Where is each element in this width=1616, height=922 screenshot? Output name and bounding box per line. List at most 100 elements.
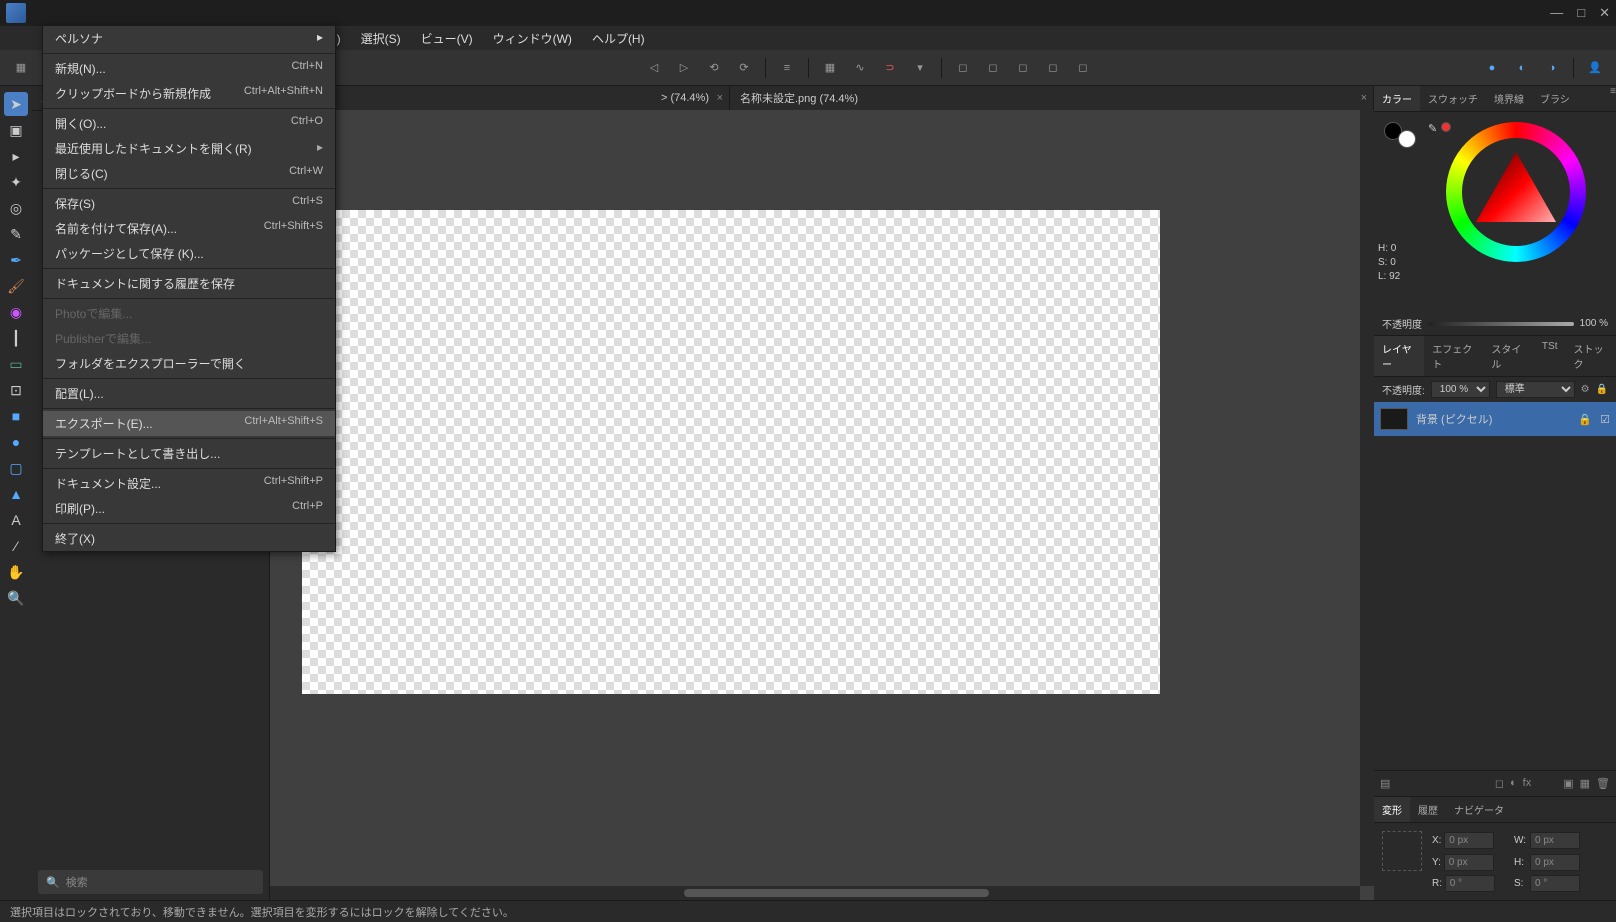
fill-tool[interactable]: ◉ (4, 300, 28, 324)
layer-visible-checkbox[interactable]: ☑ (1600, 413, 1610, 426)
menu-item[interactable]: ドキュメント設定...Ctrl+Shift+P (43, 471, 335, 496)
snap-grid-icon[interactable]: ▦ (817, 55, 843, 81)
ellipse-tool[interactable]: ● (4, 430, 28, 454)
menu-select[interactable]: 選択(S) (351, 26, 411, 50)
opacity-slider[interactable] (1428, 322, 1574, 326)
tab-swatches[interactable]: スウォッチ (1420, 86, 1486, 111)
close-tab-icon[interactable]: × (717, 92, 723, 104)
rotate-cw-icon[interactable]: ⟳ (731, 55, 757, 81)
flip-h-icon[interactable]: ◁ (641, 55, 667, 81)
tab-brushes[interactable]: ブラシ (1532, 86, 1578, 111)
menu-item[interactable]: 閉じる(C)Ctrl+W (43, 161, 335, 186)
menu-item[interactable]: 配置(L)... (43, 381, 335, 406)
zoom-tool[interactable]: 🔍 (4, 586, 28, 610)
tab-tst[interactable]: TSt (1534, 336, 1566, 376)
menu-item[interactable]: ドキュメントに関する履歴を保存 (43, 271, 335, 296)
menu-item[interactable]: 新規(N)...Ctrl+N (43, 56, 335, 81)
hand-tool[interactable]: ✋ (4, 560, 28, 584)
rotate-ccw-icon[interactable]: ⟲ (701, 55, 727, 81)
point-transform-tool[interactable]: ✦ (4, 170, 28, 194)
corner-tool[interactable]: ◎ (4, 196, 28, 220)
magnet-icon[interactable]: ⊃ (877, 55, 903, 81)
layer-blend-select[interactable]: 標準 (1496, 381, 1575, 398)
dropdown-icon[interactable]: ▾ (907, 55, 933, 81)
op1-icon[interactable]: ◻ (950, 55, 976, 81)
panel-menu-icon[interactable]: ≡ (1610, 86, 1616, 111)
anchor-widget[interactable] (1382, 831, 1422, 871)
eyedropper-tool[interactable]: ⁄ (4, 534, 28, 558)
menu-item[interactable]: 印刷(P)...Ctrl+P (43, 496, 335, 521)
persona-designer-icon[interactable]: ● (1479, 55, 1505, 81)
tab-history[interactable]: 履歴 (1410, 797, 1446, 822)
delete-layer-icon[interactable]: 🗑 (1596, 777, 1610, 790)
tab-stroke[interactable]: 境界線 (1486, 86, 1532, 111)
document-tab[interactable]: 名称未設定.png (74.4%)× (730, 86, 1374, 110)
place-image-tool[interactable]: ▭ (4, 352, 28, 376)
menu-help[interactable]: ヘルプ(H) (582, 26, 655, 50)
snap-toggle-icon[interactable]: ∿ (847, 55, 873, 81)
horizontal-scrollbar[interactable] (270, 886, 1360, 900)
menu-item[interactable]: 保存(S)Ctrl+S (43, 191, 335, 216)
align-icon[interactable]: ≡ (774, 55, 800, 81)
adjust-icon[interactable]: ◐ (1510, 777, 1517, 790)
fx-icon[interactable]: fx (1523, 777, 1532, 790)
eyedropper-icon[interactable]: ✎ (1428, 122, 1437, 148)
menu-view[interactable]: ビュー(V) (411, 26, 483, 50)
text-tool[interactable]: A (4, 508, 28, 532)
menu-item[interactable]: パッケージとして保存 (K)... (43, 241, 335, 266)
document-tab[interactable]: > (74.4%)× (270, 86, 730, 110)
close-tab-icon[interactable]: × (1361, 92, 1367, 104)
lock-icon[interactable]: 🔒 (1596, 384, 1608, 395)
tab-stock[interactable]: ストック (1565, 336, 1616, 376)
move-tool[interactable]: ➤ (4, 92, 28, 116)
layer-lock-icon[interactable]: 🔒 (1578, 413, 1592, 426)
transform-y-input[interactable] (1444, 854, 1494, 871)
persona-submenu[interactable]: ペルソナ▸ (43, 26, 335, 51)
layer-groups-icon[interactable]: ▤ (1380, 777, 1390, 790)
menu-item[interactable]: 終了(X) (43, 526, 335, 551)
tab-layers[interactable]: レイヤー (1374, 336, 1424, 376)
menu-item[interactable]: クリップボードから新規作成Ctrl+Alt+Shift+N (43, 81, 335, 106)
persona-pixel-icon[interactable]: ◐ (1509, 55, 1535, 81)
brush-tool[interactable]: 🖌 (4, 274, 28, 298)
gear-icon[interactable]: ⚙ (1581, 384, 1590, 395)
layer-opacity-select[interactable]: 100 % (1431, 381, 1490, 398)
persona-export-icon[interactable]: ◑ (1539, 55, 1565, 81)
pencil-tool[interactable]: ✎ (4, 222, 28, 246)
menu-item[interactable]: 開く(O)...Ctrl+O (43, 111, 335, 136)
tab-effects[interactable]: エフェクト (1424, 336, 1483, 376)
add-layer-icon[interactable]: ▣ (1563, 777, 1573, 790)
node-tool[interactable]: ▸ (4, 144, 28, 168)
transform-s-input[interactable] (1530, 875, 1580, 892)
mask-icon[interactable]: ◻ (1495, 777, 1504, 790)
menu-item[interactable]: 最近使用したドキュメントを開く(R)▸ (43, 136, 335, 161)
tab-transform[interactable]: 変形 (1374, 797, 1410, 822)
menu-item[interactable]: 名前を付けて保存(A)...Ctrl+Shift+S (43, 216, 335, 241)
flip-v-icon[interactable]: ▷ (671, 55, 697, 81)
op5-icon[interactable]: ◻ (1070, 55, 1096, 81)
assets-search[interactable]: 🔍 検索 (38, 870, 263, 894)
minimize-button[interactable]: — (1550, 5, 1563, 21)
menu-item[interactable]: テンプレートとして書き出し... (43, 441, 335, 466)
tab-styles[interactable]: スタイル (1483, 336, 1534, 376)
tab-color[interactable]: カラー (1374, 86, 1420, 111)
tool-group-icon[interactable]: ▦ (8, 55, 34, 81)
recent-color[interactable] (1441, 122, 1451, 132)
crop-tool[interactable]: ⊡ (4, 378, 28, 402)
pen-tool[interactable]: ✒ (4, 248, 28, 272)
rounded-rect-tool[interactable]: ▢ (4, 456, 28, 480)
tab-navigator[interactable]: ナビゲータ (1446, 797, 1512, 822)
transform-w-input[interactable] (1530, 832, 1580, 849)
op4-icon[interactable]: ◻ (1040, 55, 1066, 81)
rectangle-tool[interactable]: ■ (4, 404, 28, 428)
artboard-tool[interactable]: ▣ (4, 118, 28, 142)
transform-x-input[interactable] (1444, 832, 1494, 849)
layer-item[interactable]: 背景 (ピクセル) 🔒 ☑ (1374, 402, 1616, 436)
menu-window[interactable]: ウィンドウ(W) (483, 26, 582, 50)
maximize-button[interactable]: □ (1577, 5, 1585, 21)
canvas[interactable] (270, 110, 1374, 900)
transparency-tool[interactable]: ┃ (4, 326, 28, 350)
triangle-tool[interactable]: ▲ (4, 482, 28, 506)
menu-item[interactable]: エクスポート(E)...Ctrl+Alt+Shift+S (43, 411, 335, 436)
add-pixel-icon[interactable]: ▦ (1580, 777, 1590, 790)
